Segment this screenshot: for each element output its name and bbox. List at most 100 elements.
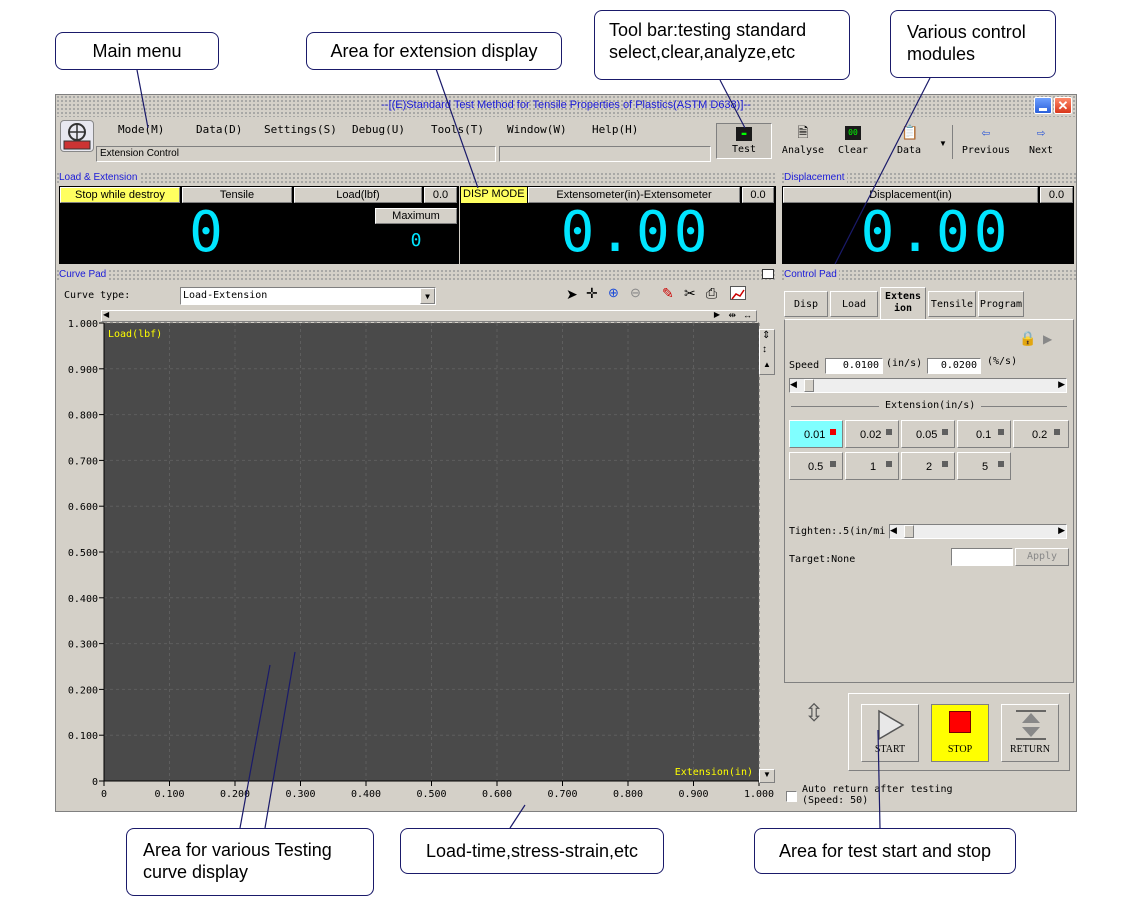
tab-extension[interactable]: Extens ion — [880, 287, 926, 319]
toolbar-separator — [952, 125, 953, 159]
speed-button-0.01[interactable]: 0.01 — [789, 420, 843, 448]
lock-icon[interactable]: 🔒 — [1019, 330, 1036, 347]
test-button[interactable]: ▬ Test — [716, 123, 772, 159]
speed-percent-unit: (%/s) — [987, 356, 1018, 367]
start-label: START — [874, 744, 906, 755]
tighten-slider-thumb[interactable] — [904, 525, 914, 538]
callout-curve-types: Load-time,stress-strain,etc — [400, 828, 664, 874]
speed-button-label: 5 — [982, 461, 989, 473]
slider-left-icon[interactable]: ◀ — [790, 379, 797, 390]
menu-help[interactable]: Help(H) — [592, 123, 638, 136]
data-dropdown-icon[interactable]: ▼ — [939, 139, 947, 148]
clear-icon: 00 — [845, 126, 861, 140]
speed-button-label: 0.05 — [916, 429, 938, 441]
speed-button-2[interactable]: 2 — [901, 452, 955, 480]
y-tick-label: 1.000 — [68, 319, 98, 330]
flag-icon — [830, 461, 836, 467]
speed-button-0.02[interactable]: 0.02 — [845, 420, 899, 448]
scissors-icon[interactable]: ✂ — [684, 285, 696, 302]
x-tick-label: 0.500 — [416, 789, 446, 800]
load-extension-chart[interactable]: 0 0.100 0.200 0.300 0.400 0.500 0.600 0.700 0.80… — [59, 307, 777, 811]
printer-icon[interactable]: ⎙ — [706, 285, 717, 302]
scroll-down-icon[interactable]: ▼ — [759, 769, 775, 783]
start-button[interactable]: START — [861, 704, 919, 762]
maximize-panel-icon[interactable] — [762, 269, 774, 279]
y-tick-label: 0.900 — [68, 365, 98, 376]
close-icon: ✕ — [1057, 98, 1069, 113]
pen-icon[interactable]: ✎ — [662, 285, 674, 302]
speed-button-0.2[interactable]: 0.2 — [1013, 420, 1069, 448]
chevron-down-icon[interactable]: ▼ — [420, 288, 435, 304]
max-value: 0 — [410, 230, 422, 251]
speed-percent-input[interactable]: 0.0200 — [927, 358, 981, 374]
slider-right-icon[interactable]: ▶ — [1058, 525, 1065, 536]
x-tick-label: 0.100 — [154, 789, 184, 800]
displacement-small-value: 0.0 — [1040, 187, 1073, 203]
data-button[interactable]: 📋 Data — [878, 123, 940, 159]
tab-program[interactable]: Program — [978, 291, 1024, 317]
speed-button-0.05[interactable]: 0.05 — [901, 420, 955, 448]
flag-icon — [942, 461, 948, 467]
tighten-slider[interactable]: ◀ ▶ — [889, 524, 1067, 539]
zoom-out-icon[interactable]: ⊖ — [630, 285, 641, 301]
auto-return-checkbox[interactable] — [786, 791, 797, 802]
vertical-scroll-tools[interactable]: ⇕ ↕ ▲ — [759, 329, 775, 375]
speed-button-0.1[interactable]: 0.1 — [957, 420, 1011, 448]
callout-main-menu-text: Main menu — [92, 41, 182, 61]
extension-group-label: Extension(in/s) — [879, 400, 982, 411]
speed-slider[interactable]: ◀ ▶ — [789, 378, 1067, 393]
menu-window[interactable]: Window(W) — [507, 123, 567, 136]
auto-return-label: Auto return after testing — [802, 784, 953, 795]
apply-button[interactable]: Apply — [1015, 548, 1069, 566]
y-tick-label: 0.600 — [68, 502, 98, 513]
app-logo-icon — [60, 120, 94, 152]
close-button[interactable]: ✕ — [1054, 97, 1072, 114]
minimize-button[interactable] — [1034, 97, 1052, 114]
disp-mode-label[interactable]: DISP MODE — [461, 187, 527, 203]
speed-slider-thumb[interactable] — [804, 379, 814, 392]
title-bar: --[(E)Standard Test Method for Tensile P… — [56, 95, 1076, 117]
scroll-up-icon[interactable]: ▲ — [763, 360, 771, 369]
speed-input[interactable]: 0.0100 — [825, 358, 883, 374]
slider-right-icon[interactable]: ▶ — [1058, 379, 1065, 390]
fit-height-icon[interactable]: ⇕ — [762, 330, 770, 341]
speed-button-1[interactable]: 1 — [845, 452, 899, 480]
pointer-icon[interactable]: ➤ — [566, 286, 578, 303]
up-down-arrows-icon[interactable]: ⇳ — [804, 699, 824, 728]
crosshair-icon[interactable]: ✛ — [586, 285, 598, 302]
load-unit-label[interactable]: Load(lbf) — [294, 187, 422, 203]
tab-disp[interactable]: Disp — [784, 291, 828, 317]
curve-type-select[interactable]: Load-Extension ▼ — [180, 287, 436, 305]
extension-value: 0.00 — [560, 200, 712, 265]
maximum-label[interactable]: Maximum — [375, 208, 457, 224]
menu-tools[interactable]: Tools(T) — [431, 123, 484, 136]
stop-button[interactable]: STOP — [931, 704, 989, 762]
x-tick-label: 0.800 — [613, 789, 643, 800]
menu-settings[interactable]: Settings(S) — [264, 123, 337, 136]
target-input[interactable] — [951, 548, 1013, 566]
previous-button[interactable]: ⇦ Previous — [955, 123, 1017, 159]
tighten-label: Tighten:.5(in/mi — [789, 526, 886, 537]
status-field-2 — [499, 146, 711, 162]
play-small-icon[interactable]: ▶ — [1043, 332, 1052, 346]
speed-button-label: 0.2 — [1032, 429, 1048, 441]
extension-small-value: 0.0 — [742, 187, 774, 203]
zoom-in-icon[interactable]: ⊕ — [608, 285, 619, 301]
clear-button[interactable]: 00 Clear — [822, 123, 884, 159]
chart-icon[interactable] — [730, 286, 746, 300]
speed-button-0.5[interactable]: 0.5 — [789, 452, 843, 480]
x-tick-label: 1.000 — [744, 789, 774, 800]
tab-tensile[interactable]: Tensile — [928, 291, 976, 317]
x-tick-label: 0.200 — [220, 789, 250, 800]
tab-load[interactable]: Load — [830, 291, 878, 317]
menu-debug[interactable]: Debug(U) — [352, 123, 405, 136]
next-button[interactable]: ⇨ Next — [1010, 123, 1072, 159]
speed-button-5[interactable]: 5 — [957, 452, 1011, 480]
displacement-panel-title: Displacement — [781, 172, 1076, 184]
return-button[interactable]: RETURN — [1001, 704, 1059, 762]
menu-mode[interactable]: Mode(M) — [118, 123, 164, 136]
slider-left-icon[interactable]: ◀ — [890, 525, 897, 536]
menu-data[interactable]: Data(D) — [196, 123, 242, 136]
expand-height-icon[interactable]: ↕ — [762, 344, 767, 355]
stop-mode-label[interactable]: Stop while destroy — [60, 187, 180, 203]
